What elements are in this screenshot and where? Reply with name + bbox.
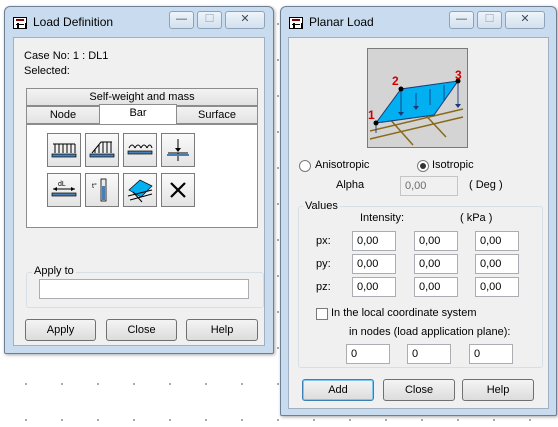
case-label: Case No: 1 : DL1: [24, 50, 109, 62]
close-icon: ✕: [240, 13, 250, 25]
selected-label: Selected:: [24, 65, 70, 77]
close-button[interactable]: ✕: [505, 11, 545, 29]
svg-text:t°: t°: [92, 182, 97, 190]
isotropic-radio[interactable]: [417, 160, 429, 172]
nodes-label: in nodes (load application plane):: [349, 326, 511, 338]
apply-button[interactable]: Apply: [25, 319, 96, 341]
help-button[interactable]: Help: [462, 379, 534, 401]
point-load-icon[interactable]: [161, 133, 195, 167]
px-value-2[interactable]: 0,00: [414, 231, 458, 251]
anisotropic-label[interactable]: Anisotropic: [315, 159, 369, 171]
isotropic-label[interactable]: Isotropic: [432, 159, 474, 171]
alpha-label: Alpha: [336, 179, 365, 191]
trapezoidal-load-icon[interactable]: [85, 133, 119, 167]
node-3-input[interactable]: 0: [469, 344, 513, 364]
load-definition-window: Load Definition — ☐ ✕ Case No: 1 : DL1 S…: [4, 6, 274, 354]
planar-load-diagram: 1 2 3: [367, 48, 468, 148]
window-title: Load Definition: [33, 15, 114, 29]
py-label: py:: [316, 258, 331, 270]
node-2-input[interactable]: 0: [407, 344, 451, 364]
apply-to-label: Apply to: [32, 265, 76, 277]
svg-text:dL: dL: [58, 181, 66, 188]
thermal-load-icon[interactable]: t°: [85, 173, 119, 207]
planar-load-window: Planar Load — ☐ ✕ 1 2 3 Anisotropic Isot…: [280, 6, 557, 416]
load-definition-client: Case No: 1 : DL1 Selected: Self-weight a…: [13, 37, 265, 346]
py-value-2[interactable]: 0,00: [414, 254, 458, 274]
apply-to-input[interactable]: [39, 279, 249, 299]
help-button[interactable]: Help: [186, 319, 258, 341]
tab-surface[interactable]: Surface: [176, 106, 258, 124]
add-button[interactable]: Add: [302, 379, 374, 401]
minimize-button[interactable]: —: [169, 11, 194, 29]
diagram-label-1: 1: [368, 108, 375, 122]
title-bar[interactable]: Planar Load — ☐ ✕: [281, 7, 556, 37]
py-value-3[interactable]: 0,00: [475, 254, 519, 274]
px-value-1[interactable]: 0,00: [352, 231, 396, 251]
dilatation-icon[interactable]: dL: [47, 173, 81, 207]
minimize-button[interactable]: —: [449, 11, 474, 29]
window-title: Planar Load: [309, 15, 374, 29]
intensity-label: Intensity:: [360, 212, 405, 224]
planar-load-client: 1 2 3 Anisotropic Isotropic Alpha 0,00 (…: [288, 37, 549, 409]
uniform-load-icon[interactable]: [47, 133, 81, 167]
node-1-input[interactable]: 0: [346, 344, 390, 364]
planar-load-icon[interactable]: [123, 173, 157, 207]
tab-bar[interactable]: Bar: [99, 104, 177, 124]
pz-label: pz:: [316, 281, 331, 293]
tab-node[interactable]: Node: [26, 106, 100, 124]
pz-value-1[interactable]: 0,00: [352, 277, 396, 297]
pz-value-2[interactable]: 0,00: [414, 277, 458, 297]
close-button[interactable]: ✕: [225, 11, 265, 29]
py-value-1[interactable]: 0,00: [352, 254, 396, 274]
maximize-button[interactable]: ☐: [477, 11, 502, 29]
pz-value-3[interactable]: 0,00: [475, 277, 519, 297]
px-value-3[interactable]: 0,00: [475, 231, 519, 251]
alpha-input[interactable]: 0,00: [400, 176, 458, 196]
values-label: Values: [303, 200, 340, 212]
alpha-unit: ( Deg ): [469, 179, 503, 191]
px-label: px:: [316, 235, 331, 247]
anisotropic-radio[interactable]: [299, 160, 311, 172]
close-dialog-button[interactable]: Close: [383, 379, 455, 401]
local-cs-checkbox[interactable]: [316, 308, 328, 320]
delete-icon[interactable]: [161, 173, 195, 207]
app-icon: [289, 17, 303, 29]
maximize-button[interactable]: ☐: [197, 11, 222, 29]
diagram-label-2: 2: [392, 74, 399, 88]
diagram-label-3: 3: [455, 68, 462, 82]
app-icon: [13, 17, 27, 29]
unit-label: ( kPa ): [460, 212, 493, 224]
moment-load-icon[interactable]: [123, 133, 157, 167]
title-bar[interactable]: Load Definition — ☐ ✕: [5, 7, 273, 37]
close-icon: ✕: [520, 13, 530, 25]
local-cs-label[interactable]: In the local coordinate system: [331, 307, 477, 319]
close-dialog-button[interactable]: Close: [106, 319, 177, 341]
